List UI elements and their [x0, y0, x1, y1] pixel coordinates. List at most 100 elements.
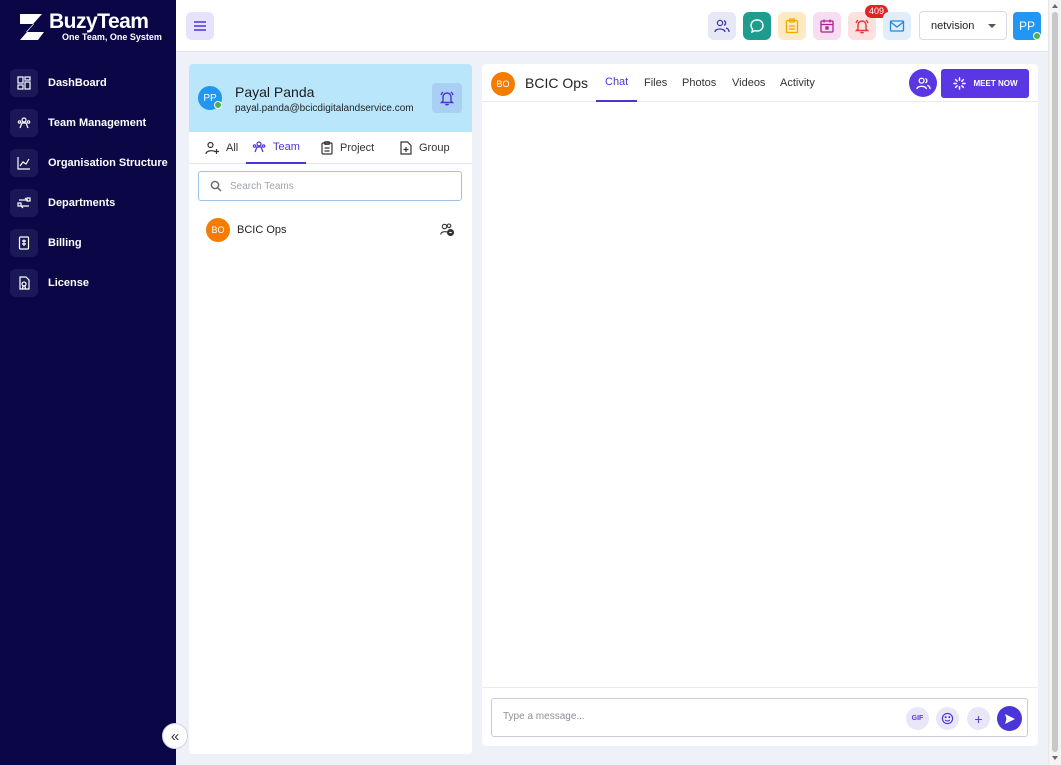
- tab-label: All: [226, 142, 239, 154]
- org-chart-icon: [10, 149, 38, 177]
- brand-tagline: One Team, One System: [62, 32, 162, 42]
- organisation-select[interactable]: netvision: [919, 11, 1007, 40]
- search-teams-box: [198, 171, 462, 201]
- team-name: BCIC Ops: [237, 224, 287, 236]
- emoji-button[interactable]: [936, 707, 959, 730]
- sidebar-item-dashboard[interactable]: DashBoard: [10, 69, 170, 97]
- mail-icon: [889, 20, 905, 32]
- brand-name: BuzyTeam: [49, 10, 149, 33]
- profile-card: PP Payal Panda payal.panda@bcicdigitalan…: [189, 64, 472, 132]
- members-button[interactable]: [909, 69, 937, 97]
- sidebar-item-label: Team Management: [48, 117, 147, 129]
- bell-icon: [854, 19, 870, 34]
- profile-avatar[interactable]: PP: [198, 86, 222, 110]
- top-bar: 409 netvision PP: [176, 0, 1048, 52]
- tab-chat[interactable]: Chat: [596, 64, 638, 102]
- sidebar-item-organisation-structure[interactable]: Organisation Structure: [10, 149, 170, 177]
- dashboard-icon: [10, 69, 38, 97]
- billing-icon: [10, 229, 38, 257]
- license-icon: [10, 269, 38, 297]
- chat-avatar: BO: [491, 72, 515, 96]
- notifications-button[interactable]: 409: [848, 5, 888, 40]
- clipboard-icon: [321, 141, 333, 155]
- send-icon: [1004, 713, 1015, 724]
- tab-label: Team: [273, 141, 300, 153]
- meet-now-button[interactable]: MEET NOW: [941, 69, 1029, 98]
- add-person-icon: [205, 141, 219, 155]
- team-settings-icon[interactable]: [440, 223, 454, 236]
- page-scrollbar[interactable]: [1048, 0, 1061, 765]
- sidebar-item-label: DashBoard: [48, 77, 107, 89]
- sidebar-item-team-management[interactable]: Team Management: [10, 109, 170, 137]
- search-teams-input[interactable]: [230, 180, 450, 192]
- collapse-sidebar-button[interactable]: «: [162, 723, 188, 749]
- search-icon: [210, 180, 222, 192]
- gif-button[interactable]: GIF: [906, 707, 929, 730]
- message-input[interactable]: [503, 711, 883, 722]
- brand-logo[interactable]: BuzyTeam One Team, One System: [18, 10, 162, 42]
- sidebar-item-label: Billing: [48, 237, 82, 249]
- chat-title: BCIC Ops: [525, 75, 589, 91]
- sidebar-nav: DashBoard Team Management Organisation S…: [10, 69, 170, 309]
- team-icon: [252, 141, 266, 153]
- people-icon: [915, 77, 931, 89]
- sidebar-item-label: Departments: [48, 197, 116, 209]
- smiley-icon: [941, 712, 954, 725]
- clipboard-icon: [785, 18, 799, 34]
- add-file-icon: [400, 141, 412, 155]
- tab-activity[interactable]: Activity: [771, 64, 824, 102]
- online-status-dot: [214, 101, 222, 109]
- tab-team[interactable]: Team: [246, 132, 306, 164]
- organisation-select-value: netvision: [931, 19, 975, 32]
- teams-button[interactable]: [708, 12, 736, 40]
- team-avatar: BO: [206, 218, 230, 242]
- tab-files[interactable]: Files: [635, 64, 676, 102]
- tasks-button[interactable]: [778, 12, 806, 40]
- profile-email: payal.panda@bcicdigitalandservice.com: [235, 103, 414, 114]
- chat-panel: BO BCIC Ops Chat Files Photos Videos Act…: [482, 64, 1038, 746]
- chat-bubble-icon: [750, 19, 764, 34]
- team-list-item[interactable]: BO BCIC Ops: [189, 216, 472, 244]
- user-initials: PP: [1018, 19, 1035, 33]
- chevron-down-icon: [988, 24, 996, 28]
- scroll-thumb[interactable]: [1052, 12, 1058, 752]
- message-composer: GIF +: [491, 698, 1028, 737]
- gif-label: GIF: [911, 715, 924, 722]
- tab-all[interactable]: All: [205, 132, 238, 164]
- tab-group[interactable]: Group: [400, 132, 450, 164]
- tab-videos[interactable]: Videos: [723, 64, 774, 102]
- plus-icon: +: [974, 710, 983, 727]
- scroll-up-arrow-icon[interactable]: [1052, 4, 1058, 8]
- online-status-dot: [1033, 32, 1041, 40]
- team-icon: [10, 109, 38, 137]
- people-icon: [714, 19, 730, 33]
- hamburger-menu-button[interactable]: [186, 12, 214, 40]
- sidebar-item-billing[interactable]: Billing: [10, 229, 170, 257]
- bell-icon: [439, 91, 455, 106]
- attach-button[interactable]: +: [967, 707, 990, 730]
- team-list-panel: PP Payal Panda payal.panda@bcicdigitalan…: [189, 64, 472, 754]
- tab-project[interactable]: Project: [321, 132, 374, 164]
- hamburger-icon: [194, 21, 206, 31]
- scroll-down-arrow-icon[interactable]: [1052, 756, 1058, 760]
- chat-header: BO BCIC Ops Chat Files Photos Videos Act…: [482, 64, 1038, 102]
- message-area[interactable]: [482, 103, 1038, 687]
- sidebar-item-license[interactable]: License: [10, 269, 170, 297]
- chat-button[interactable]: [743, 12, 771, 40]
- tab-label: Group: [419, 142, 450, 154]
- meet-now-label: MEET NOW: [973, 79, 1018, 88]
- send-button[interactable]: [997, 706, 1022, 731]
- calendar-button[interactable]: [813, 12, 841, 40]
- composer-area: GIF +: [482, 687, 1038, 746]
- profile-notifications-button[interactable]: [432, 83, 462, 113]
- sidebar-item-departments[interactable]: Departments: [10, 189, 170, 217]
- profile-name: Payal Panda: [235, 84, 315, 100]
- tab-label: Project: [340, 142, 375, 154]
- sidebar-item-label: Organisation Structure: [48, 157, 168, 169]
- mail-button[interactable]: [883, 12, 911, 40]
- tab-photos[interactable]: Photos: [673, 64, 725, 102]
- filter-tabs: All Team Project Group: [189, 132, 472, 164]
- sidebar-item-label: License: [48, 277, 89, 289]
- sidebar: BuzyTeam One Team, One System DashBoard …: [0, 0, 176, 765]
- user-avatar[interactable]: PP: [1013, 12, 1041, 40]
